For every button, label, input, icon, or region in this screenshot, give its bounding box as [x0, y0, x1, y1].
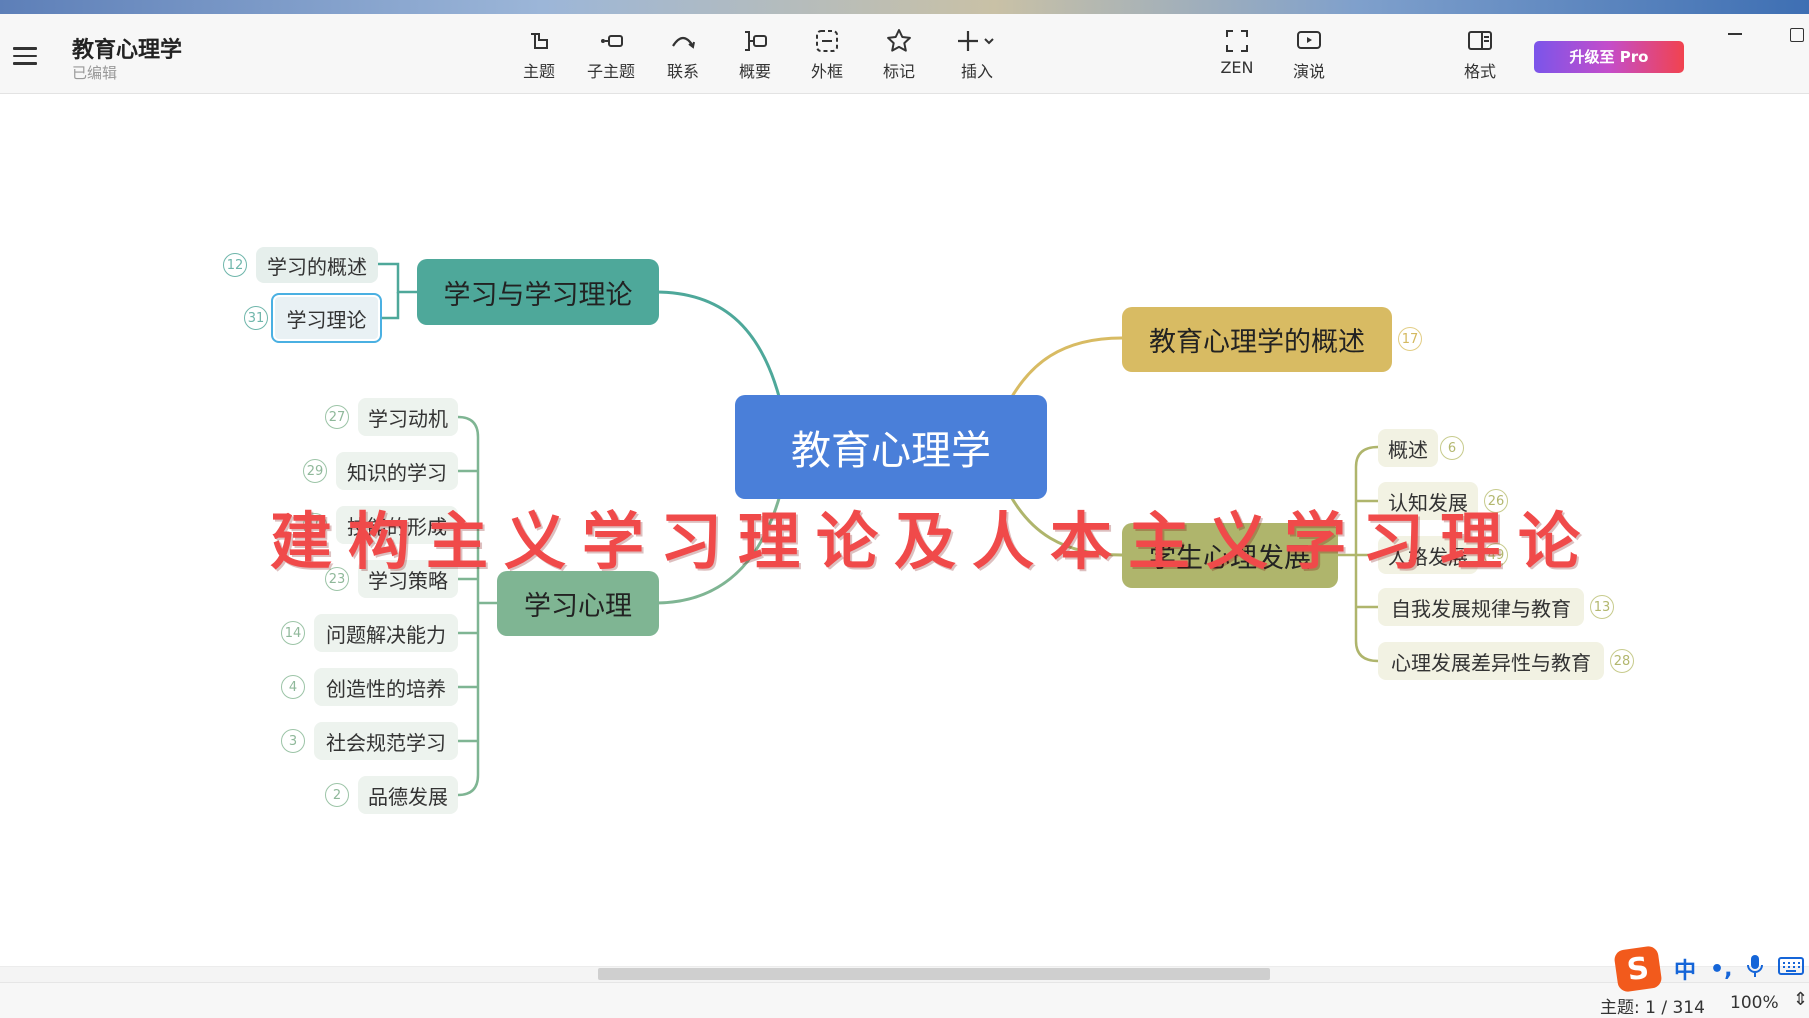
keyboard-icon[interactable] [1778, 956, 1805, 982]
ime-toolbar: S 中 •, [1613, 945, 1809, 993]
topic-label: 主题 [522, 62, 555, 81]
topic-count-badge[interactable]: 2 [325, 783, 349, 807]
subtopic-icon [601, 35, 623, 47]
topic-learning-theory[interactable]: 学习与学习理论 [417, 259, 659, 325]
summary-label: 概要 [738, 62, 771, 81]
subtopic-social-norms[interactable]: 社会规范学习 [314, 722, 458, 760]
horizontal-scrollbar-thumb[interactable] [598, 968, 1270, 980]
pitch-button[interactable]: 演说 [1274, 26, 1344, 88]
ime-mode-toggle[interactable]: 中 [1674, 953, 1696, 985]
topic-count-badge[interactable]: 10 [303, 513, 327, 537]
menu-icon[interactable] [10, 42, 40, 66]
relationship-label: 联系 [666, 62, 699, 81]
topic-count-badge[interactable]: 29 [303, 459, 327, 483]
app-window: 教育心理学 已编辑 主题 子主题 联系 概要 外框 标记 插入 ZEN 演说 格… [0, 0, 1809, 1018]
upgrade-pro-button[interactable]: 升级至 Pro [1534, 41, 1684, 73]
topic-count-badge[interactable]: 49 [1484, 543, 1508, 567]
subtopic-self-development[interactable]: 自我发展规律与教育 [1378, 588, 1584, 626]
boundary-label: 外框 [810, 62, 843, 81]
topic-count-badge[interactable]: 27 [325, 405, 349, 429]
document-status: 已编辑 [72, 64, 118, 82]
topic-educational-psychology-overview[interactable]: 教育心理学的概述 [1122, 307, 1392, 372]
zen-fullscreen-icon [1226, 30, 1248, 52]
topic-learning-psychology[interactable]: 学习心理 [497, 571, 659, 636]
format-button[interactable]: 格式 [1445, 26, 1515, 88]
subtopic-skill-formation[interactable]: 技能的形成 [336, 506, 458, 544]
subtopic-learning-overview[interactable]: 学习的概述 [256, 247, 378, 283]
topic-count-badge[interactable]: 17 [1398, 327, 1422, 351]
format-panel-icon [1468, 31, 1492, 50]
topic-icon [531, 33, 548, 49]
topic-count-status: 主题: 1 / 314 [1600, 998, 1705, 1018]
topic-count-badge[interactable]: 6 [1440, 436, 1464, 460]
zen-label: ZEN [1220, 58, 1254, 77]
insert-button[interactable]: 插入 [942, 26, 1012, 88]
topic-count-badge[interactable]: 23 [325, 567, 349, 591]
subtopic-knowledge-learning[interactable]: 知识的学习 [336, 452, 458, 490]
topic-button[interactable]: 主题 [504, 26, 574, 88]
zoom-level[interactable]: 100% [1730, 993, 1779, 1013]
subtopic-button[interactable]: 子主题 [576, 26, 646, 88]
zen-button[interactable]: ZEN [1202, 26, 1272, 88]
pitch-label: 演说 [1292, 62, 1325, 81]
status-bar: 主题: 1 / 314 100% ⇕ [0, 982, 1809, 1018]
subtopic-creativity[interactable]: 创造性的培养 [314, 668, 458, 706]
connector-lines [378, 262, 1379, 797]
subtopic-cognitive-development[interactable]: 认知发展 [1378, 482, 1478, 520]
maximize-window-icon[interactable] [1790, 28, 1804, 42]
plus-icon [958, 31, 994, 51]
root-topic[interactable]: 教育心理学 [735, 395, 1047, 499]
toolbar: 教育心理学 已编辑 主题 子主题 联系 概要 外框 标记 插入 ZEN 演说 格… [0, 14, 1809, 94]
insert-label: 插入 [960, 62, 993, 81]
marker-label: 标记 [882, 62, 915, 81]
topic-count-badge[interactable]: 28 [1610, 649, 1634, 673]
topic-count-badge[interactable]: 3 [281, 729, 305, 753]
subtopic-motivation[interactable]: 学习动机 [358, 398, 458, 436]
topic-count-badge[interactable]: 13 [1590, 595, 1614, 619]
desktop-wallpaper-strip [0, 0, 1809, 14]
subtopic-learning-theories-selected[interactable]: 学习理论 [271, 293, 382, 343]
topic-count-badge[interactable]: 4 [281, 675, 305, 699]
marker-button[interactable]: 标记 [864, 26, 934, 88]
subtopic-individual-differences[interactable]: 心理发展差异性与教育 [1378, 642, 1604, 680]
boundary-button[interactable]: 外框 [792, 26, 862, 88]
topic-count-badge[interactable]: 26 [1484, 489, 1508, 513]
ime-logo-icon[interactable]: S [1613, 945, 1663, 993]
pitch-play-icon [1297, 31, 1321, 49]
zoom-stepper-icon[interactable]: ⇕ [1793, 989, 1808, 1010]
subtopic-problem-solving[interactable]: 问题解决能力 [314, 614, 458, 652]
microphone-icon[interactable] [1746, 954, 1764, 984]
topic-student-development[interactable]: 学生心理发展 [1122, 523, 1338, 588]
subtopic-moral-development[interactable]: 品德发展 [358, 776, 458, 814]
boundary-icon [816, 30, 838, 52]
format-label: 格式 [1463, 62, 1496, 81]
relationship-icon [672, 36, 695, 49]
document-title[interactable]: 教育心理学 [72, 32, 182, 64]
subtopic-learning-strategy[interactable]: 学习策略 [358, 560, 458, 598]
topic-count-badge[interactable]: 31 [244, 306, 268, 330]
topic-count-badge[interactable]: 14 [281, 621, 305, 645]
summary-icon [745, 31, 767, 51]
ime-punctuation-toggle[interactable]: •, [1710, 957, 1732, 982]
summary-button[interactable]: 概要 [720, 26, 790, 88]
subtopic-personality-development[interactable]: 人格发展 [1378, 536, 1478, 574]
star-icon [887, 29, 911, 52]
topic-count-badge[interactable]: 12 [223, 253, 247, 277]
relationship-button[interactable]: 联系 [648, 26, 718, 88]
subtopic-label: 子主题 [586, 62, 635, 81]
minimize-window-icon[interactable] [1726, 24, 1744, 42]
mindmap-canvas[interactable]: 教育心理学 学习与学习理论 学习的概述 12 学习理论 31 学习心理 学习动机… [0, 95, 1809, 965]
subtopic-development-overview[interactable]: 概述 [1378, 429, 1438, 467]
